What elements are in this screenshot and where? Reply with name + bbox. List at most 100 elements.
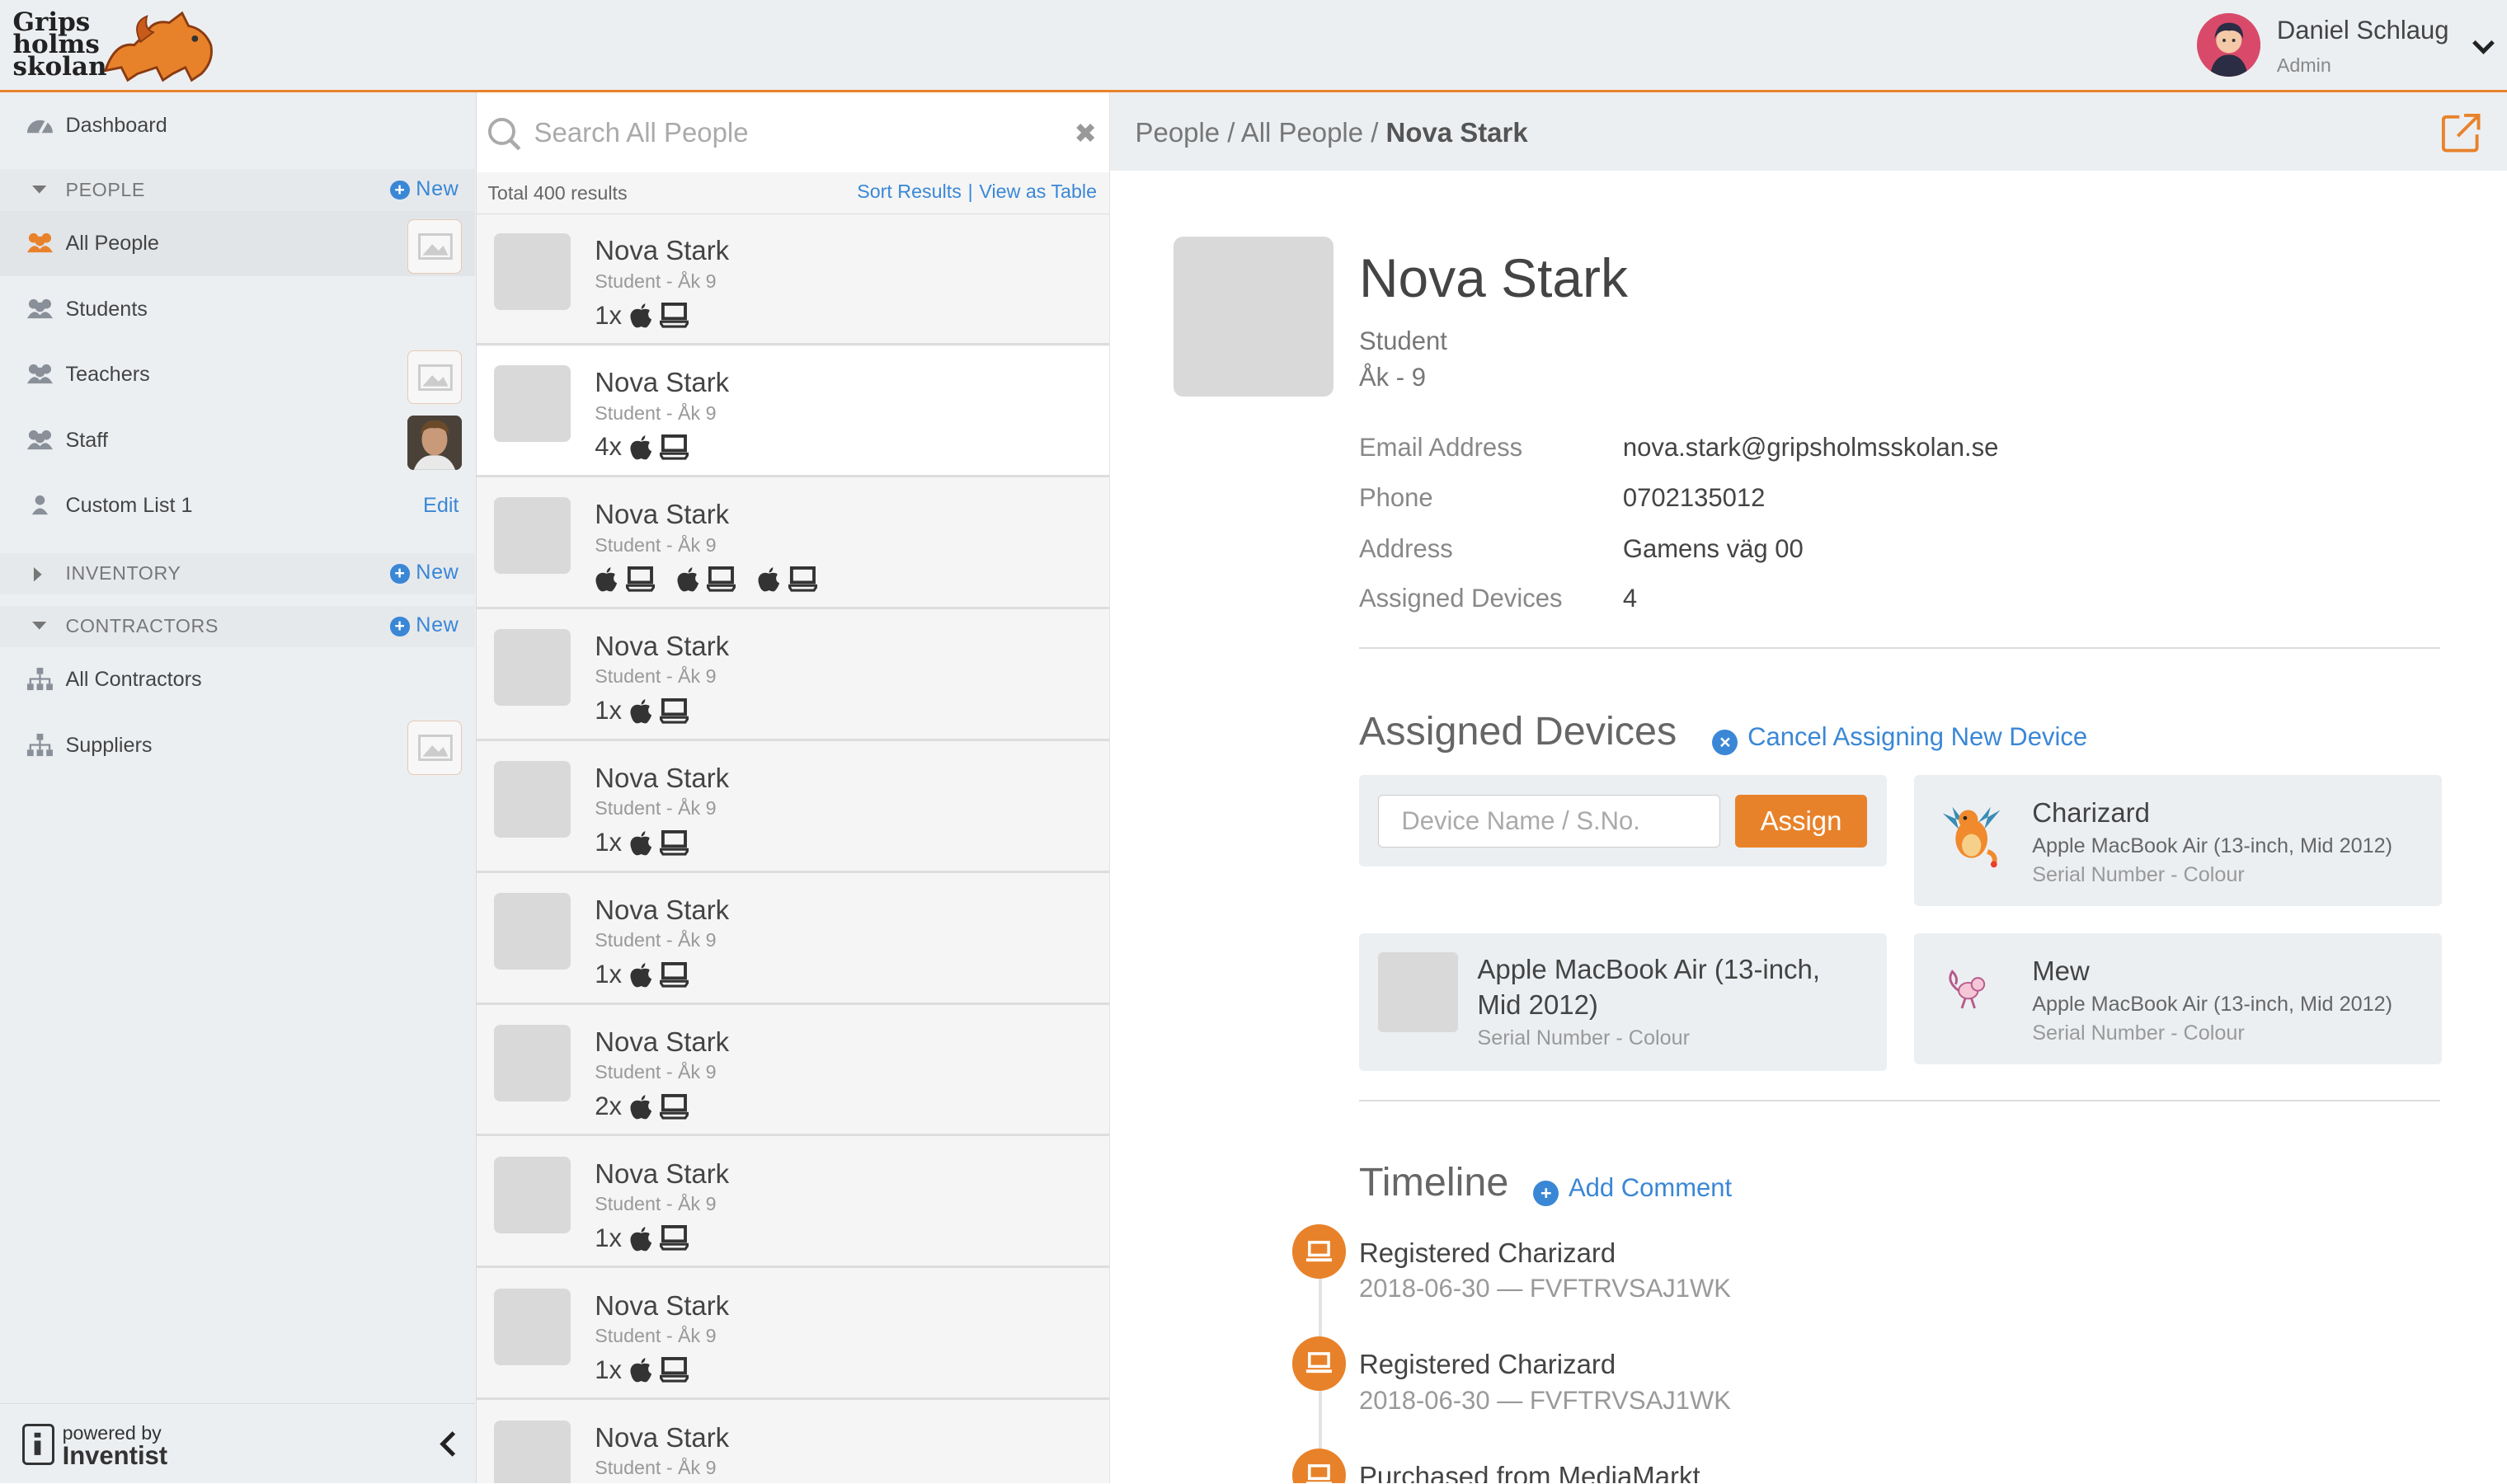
- sidebar-item-suppliers[interactable]: Suppliers: [0, 713, 475, 778]
- person-row[interactable]: Nova Stark Student - Åk 9 2x: [476, 1005, 1109, 1137]
- laptop-icon: [657, 1357, 692, 1383]
- breadcrumb-separator: /: [1371, 116, 1379, 148]
- add-comment-button[interactable]: + Add Comment: [1533, 1173, 1732, 1206]
- cancel-assigning-button[interactable]: × Cancel Assigning New Device: [1712, 722, 2087, 756]
- device-summary: 1x: [595, 1354, 692, 1386]
- device-count: 1x: [595, 828, 622, 857]
- caret-down-icon[interactable]: [31, 620, 47, 632]
- user-name[interactable]: Daniel Schlaug: [2277, 16, 2449, 45]
- assign-button[interactable]: Assign: [1734, 794, 1868, 848]
- user-menu[interactable]: Daniel Schlaug Admin: [2187, 10, 2507, 83]
- laptop-icon: [1291, 1448, 1347, 1484]
- section-contractors[interactable]: CONTRACTORS + New: [0, 605, 475, 648]
- apple-icon: [630, 830, 651, 855]
- collapse-sidebar-icon[interactable]: [436, 1430, 459, 1458]
- sidebar-item-staff[interactable]: Staff: [0, 407, 475, 472]
- powered-by-brand[interactable]: Inventist: [63, 1441, 168, 1471]
- phone-value[interactable]: 0702135012: [1623, 483, 1766, 513]
- sidebar-item-dashboard[interactable]: Dashboard: [0, 92, 475, 157]
- email-value[interactable]: nova.stark@gripsholmsskolan.se: [1623, 433, 1999, 463]
- user-avatar[interactable]: [2196, 12, 2261, 77]
- timeline-event-title: Registered Charizard: [1358, 1237, 1616, 1268]
- person-name: Nova Stark: [595, 1158, 730, 1189]
- image-placeholder-icon: [407, 218, 463, 274]
- section-label: CONTRACTORS: [65, 615, 219, 637]
- device-summary: 1x: [595, 1222, 692, 1254]
- person-row[interactable]: Nova Stark Student - Åk 9: [476, 1401, 1109, 1484]
- person-name: Nova Stark: [595, 894, 730, 925]
- timeline-event-detail: 2018-06-30 — FVFTRVSAJ1WK: [1358, 1274, 1731, 1303]
- search-input[interactable]: [530, 111, 1043, 154]
- person-row[interactable]: Nova Stark Student - Åk 9 1x: [476, 609, 1109, 741]
- user-avatar-icon: [2196, 12, 2261, 77]
- person-thumbnail: [494, 1420, 571, 1484]
- sidebar-item-all-people[interactable]: All People: [0, 210, 475, 277]
- person-row[interactable]: Nova Stark Student - Åk 9 1x: [476, 741, 1109, 873]
- timeline-event-title: Registered Charizard: [1358, 1349, 1616, 1380]
- results-actions: Sort Results | View as Table: [857, 181, 1097, 203]
- breadcrumb-people[interactable]: People: [1136, 117, 1221, 148]
- chevron-down-icon[interactable]: [2469, 32, 2498, 61]
- person-row[interactable]: Nova Stark Student - Åk 9 1x: [476, 873, 1109, 1005]
- divider: [1358, 647, 2440, 650]
- device-count: 1x: [595, 960, 622, 989]
- new-contractor-button[interactable]: + New: [390, 613, 459, 637]
- staff-photo: [407, 416, 463, 470]
- person-row[interactable]: Nova Stark Student - Åk 9: [476, 477, 1109, 609]
- edit-list-button[interactable]: Edit: [423, 494, 459, 518]
- device-card[interactable]: Apple MacBook Air (13-inch, Mid 2012) Se…: [1358, 933, 1887, 1071]
- person-thumbnail: [494, 1288, 571, 1365]
- person-row[interactable]: Nova Stark Student - Åk 9 1x: [476, 1269, 1109, 1401]
- person-subtitle: Student - Åk 9: [595, 1325, 717, 1347]
- sidebar-item-label: Teachers: [65, 363, 150, 387]
- person-photo[interactable]: [1174, 236, 1333, 397]
- person-row[interactable]: Nova Stark Student - Åk 9 1x: [476, 1137, 1109, 1269]
- device-summary: 1x: [595, 299, 692, 331]
- clear-search-icon[interactable]: ✖: [1074, 117, 1097, 149]
- sidebar-item-teachers[interactable]: Teachers: [0, 342, 475, 407]
- results-count: Total 400 results: [487, 182, 628, 204]
- person-subtitle: Student - Åk 9: [595, 929, 717, 951]
- person-subtitle: Student - Åk 9: [595, 402, 717, 424]
- sidebar-item-students[interactable]: Students: [0, 276, 475, 341]
- new-label: New: [416, 177, 459, 201]
- device-placeholder: [1378, 952, 1459, 1033]
- field-label: Phone: [1358, 482, 1433, 512]
- device-search-input[interactable]: [1378, 794, 1721, 848]
- group-icon: [26, 233, 53, 253]
- person-subtitle: Student - Åk 9: [595, 797, 717, 819]
- image-placeholder-icon: [407, 350, 463, 405]
- breadcrumb-all-people[interactable]: All People: [1241, 117, 1363, 148]
- person-row[interactable]: Nova Stark Student - Åk 9 1x: [476, 214, 1109, 345]
- device-summary: 2x: [595, 1090, 692, 1122]
- caret-right-icon[interactable]: [32, 567, 44, 582]
- sort-results-link[interactable]: Sort Results: [857, 181, 962, 202]
- device-card[interactable]: Charizard Apple MacBook Air (13-inch, Mi…: [1913, 775, 2442, 907]
- apple-icon: [677, 566, 698, 592]
- person-name: Nova Stark: [595, 498, 730, 529]
- sidebar-item-all-contractors[interactable]: All Contractors: [0, 647, 475, 712]
- laptop-icon: [657, 302, 692, 328]
- laptop-icon: [657, 1093, 692, 1120]
- timeline-event-detail: 2018-06-30 — FVFTRVSAJ1WK: [1358, 1385, 1731, 1415]
- top-bar: Grips holms skolan Daniel Schlaug Admin: [0, 0, 2507, 93]
- device-card[interactable]: Mew Apple MacBook Air (13-inch, Mid 2012…: [1913, 933, 2442, 1065]
- external-link-icon[interactable]: [2440, 112, 2481, 153]
- org-chart-icon: [26, 668, 53, 691]
- view-as-table-link[interactable]: View as Table: [979, 181, 1097, 202]
- laptop-icon: [1291, 1336, 1347, 1391]
- section-inventory[interactable]: INVENTORY + New: [0, 552, 475, 595]
- new-inventory-button[interactable]: + New: [390, 561, 459, 585]
- people-list-pane: ✖ Total 400 results Sort Results| View as…: [476, 92, 1110, 1484]
- caret-down-icon[interactable]: [31, 184, 47, 195]
- sidebar-item-custom-list[interactable]: Custom List 1 Edit: [0, 473, 475, 538]
- new-person-button[interactable]: + New: [390, 177, 459, 201]
- school-logo[interactable]: Grips holms skolan: [10, 9, 218, 83]
- device-name: Apple MacBook Air (13-inch, Mid 2012): [1477, 954, 1820, 1021]
- apple-icon: [630, 1226, 651, 1251]
- sidebar-item-label: All People: [65, 232, 159, 256]
- laptop-icon: [785, 566, 820, 592]
- plus-icon: +: [390, 564, 410, 584]
- section-people[interactable]: PEOPLE + New: [0, 169, 475, 211]
- person-row[interactable]: Nova Stark Student - Åk 9 4x: [476, 345, 1109, 477]
